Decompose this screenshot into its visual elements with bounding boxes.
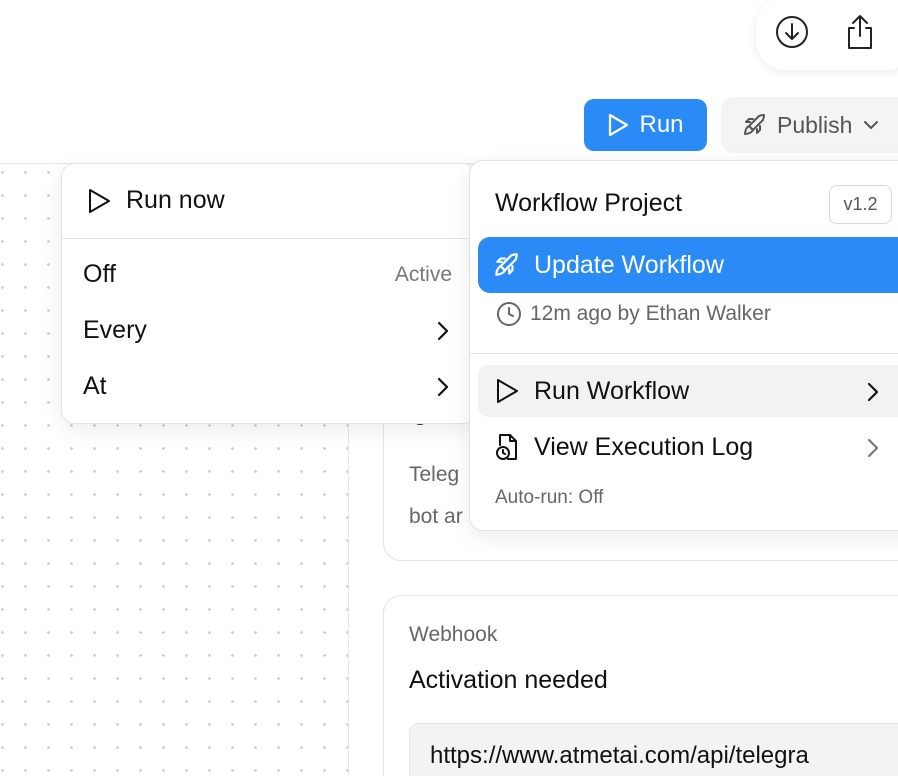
- schedule-off-item[interactable]: Off Active: [83, 260, 452, 289]
- chevron-right-icon: [437, 321, 449, 340]
- chevron-right-icon: [437, 377, 449, 396]
- webhook-status: Activation needed: [409, 666, 608, 694]
- schedule-every-label: Every: [83, 316, 147, 344]
- last-updated-meta: 12m ago by Ethan Walker: [496, 301, 771, 327]
- run-button[interactable]: Run: [584, 99, 707, 151]
- schedule-active-badge: Active: [394, 262, 452, 286]
- version-badge: v1.2: [829, 185, 892, 224]
- chevron-right-icon: [864, 381, 882, 410]
- webhook-url-field[interactable]: https://www.atmetai.com/api/telegra: [409, 723, 898, 776]
- share-icon[interactable]: [840, 10, 880, 54]
- project-title: Workflow Project: [495, 189, 683, 217]
- app-stage: Run Publish Teleg bot ar Webhook Activat…: [0, 0, 898, 776]
- top-toolbar: [756, 0, 898, 70]
- rocket-icon: [495, 253, 518, 276]
- update-workflow-item[interactable]: Update Workflow: [478, 237, 898, 293]
- view-execution-log-item[interactable]: View Execution Log: [478, 421, 898, 473]
- schedule-every-item[interactable]: Every: [83, 316, 452, 345]
- auto-run-status: Auto-run: Off: [495, 487, 604, 508]
- chevron-right-icon: [864, 437, 882, 466]
- publish-menu: Workflow Project v1.2 Update Workflow 12…: [469, 160, 898, 531]
- play-icon: [609, 113, 629, 137]
- schedule-off-label: Off: [83, 260, 116, 288]
- publish-button[interactable]: Publish: [721, 97, 898, 153]
- chevron-down-icon: [864, 121, 879, 129]
- run-workflow-item[interactable]: Run Workflow: [478, 365, 898, 417]
- play-icon: [89, 188, 110, 213]
- run-button-label: Run: [639, 111, 684, 138]
- rocket-icon: [744, 114, 765, 135]
- publish-button-label: Publish: [777, 111, 853, 138]
- run-now-label: Run now: [126, 186, 225, 214]
- schedule-at-label: At: [83, 372, 107, 400]
- view-execution-log-label: View Execution Log: [534, 432, 754, 461]
- last-updated-text: 12m ago by Ethan Walker: [530, 302, 771, 325]
- run-menu: Run now Off Active Every At: [61, 163, 477, 424]
- telegram-text-line1: Teleg: [409, 463, 460, 486]
- update-workflow-label: Update Workflow: [534, 250, 724, 279]
- webhook-label: Webhook: [409, 623, 498, 646]
- webhook-card[interactable]: Webhook Activation needed https://www.at…: [383, 595, 898, 776]
- download-icon[interactable]: [772, 12, 812, 52]
- run-workflow-label: Run Workflow: [534, 376, 690, 405]
- run-now-item[interactable]: Run now: [86, 186, 225, 215]
- file-clock-icon: [496, 434, 517, 460]
- play-icon: [497, 379, 518, 403]
- clock-icon: [497, 302, 521, 326]
- menu-divider: [470, 353, 898, 354]
- menu-divider: [62, 238, 476, 239]
- telegram-text-line2: bot ar: [409, 505, 463, 528]
- schedule-at-item[interactable]: At: [83, 372, 452, 401]
